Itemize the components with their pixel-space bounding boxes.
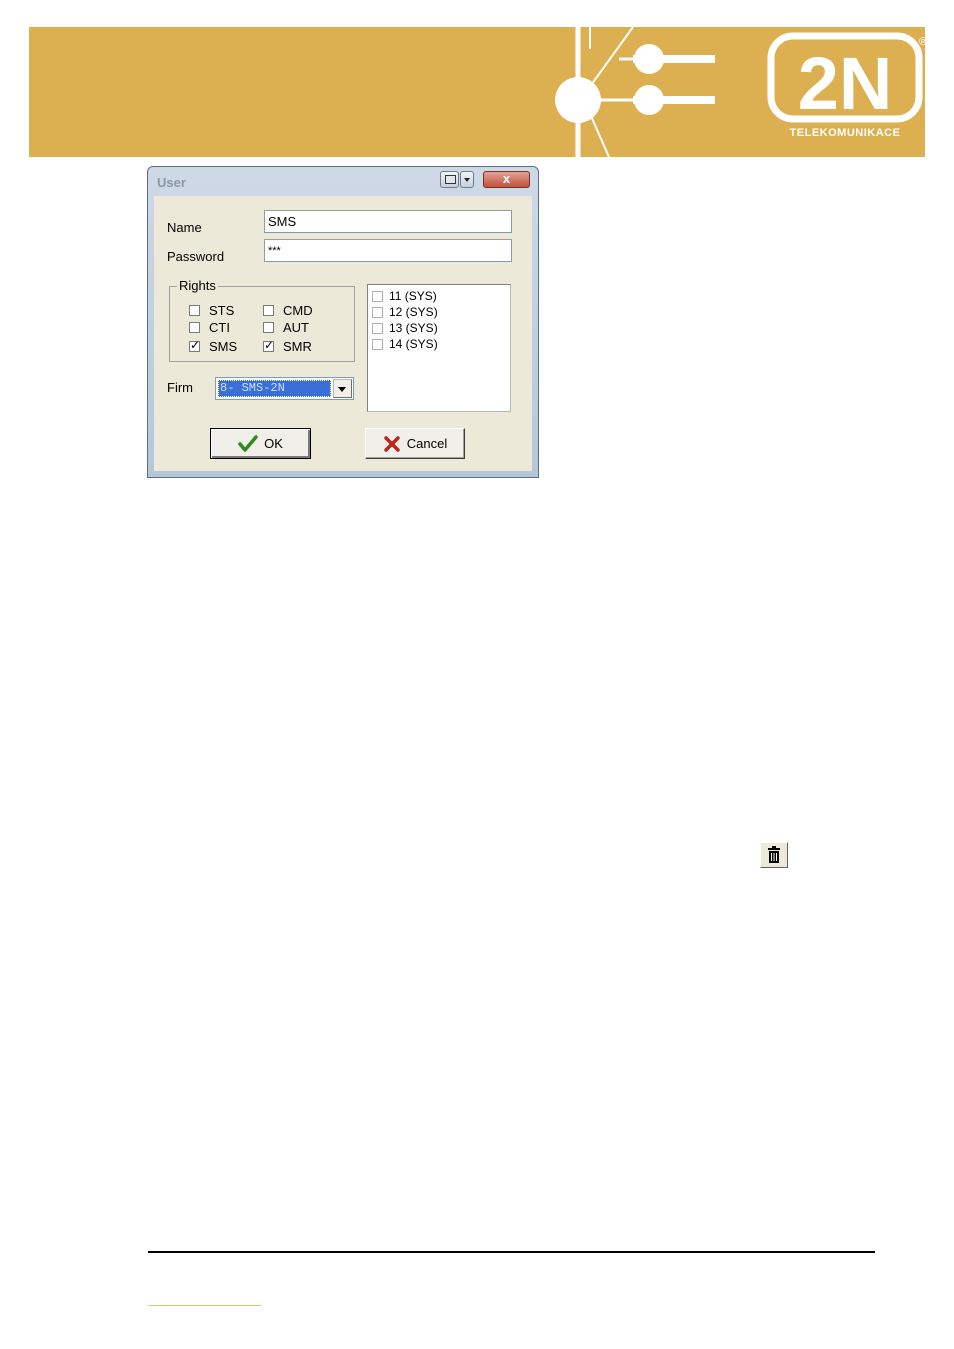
registered-mark: ® (919, 36, 925, 48)
title-bar: User (148, 167, 538, 195)
checkbox-box[interactable] (263, 338, 274, 352)
footer-divider (148, 1251, 875, 1253)
list-item[interactable]: 13 (SYS) (368, 320, 510, 336)
logo-subtitle: TELEKOMUNIKACE (789, 127, 901, 139)
checkbox-label: CMD (283, 303, 313, 318)
cancel-button[interactable]: Cancel (365, 428, 465, 459)
list-item[interactable]: 11 (SYS) (368, 288, 510, 304)
checkbox-box[interactable] (372, 306, 383, 318)
rights-checkbox-cti[interactable]: CTI (189, 320, 230, 335)
name-input[interactable] (264, 210, 512, 233)
checkbox-box[interactable] (263, 322, 274, 333)
checkbox-box[interactable] (189, 305, 200, 316)
delete-button[interactable] (760, 842, 788, 868)
checkbox-label: CTI (209, 320, 230, 335)
logo-text: 2N (798, 42, 893, 125)
checkbox-label: SMR (283, 339, 312, 354)
list-item-label: 14 (SYS) (389, 337, 438, 351)
window-dropdown-icon[interactable] (460, 171, 474, 188)
list-item-label: 11 (SYS) (389, 289, 437, 303)
group-listbox[interactable]: 11 (SYS) 12 (SYS) 13 (SYS) 14 (SYS) (367, 284, 511, 412)
rights-checkbox-aut[interactable]: AUT (263, 320, 309, 335)
ok-button[interactable]: OK (210, 428, 311, 459)
chevron-down-icon[interactable] (333, 379, 352, 398)
list-item[interactable]: 12 (SYS) (368, 304, 510, 320)
firm-selected-value: 8- SMS-2N (218, 380, 331, 397)
cancel-label: Cancel (406, 436, 448, 451)
rights-group-label: Rights (177, 278, 218, 293)
checkbox-box[interactable] (372, 290, 383, 302)
footer-accent-line (148, 1305, 261, 1306)
window-menu-icon[interactable] (440, 171, 459, 188)
check-icon (238, 434, 258, 452)
name-label: Name (167, 220, 202, 235)
password-input[interactable] (264, 239, 512, 262)
firm-label: Firm (167, 380, 193, 395)
user-dialog: User Name Password Rights STS CMD CTI (147, 166, 539, 478)
checkbox-label: STS (209, 303, 235, 318)
rights-checkbox-cmd[interactable]: CMD (263, 303, 313, 318)
list-item-label: 12 (SYS) (389, 305, 438, 319)
list-item[interactable]: 14 (SYS) (368, 336, 510, 352)
password-label: Password (167, 249, 225, 264)
checkbox-box[interactable] (372, 338, 383, 350)
ok-label: OK (264, 436, 283, 451)
dialog-body: Name Password Rights STS CMD CTI AUT (154, 196, 532, 471)
close-button[interactable] (483, 171, 530, 188)
rights-groupbox: Rights STS CMD CTI AUT SMS (169, 278, 355, 362)
header-banner: 2N ® TELEKOMUNIKACE (29, 27, 925, 157)
checkbox-box[interactable] (189, 322, 200, 333)
checkbox-label: AUT (283, 320, 309, 335)
checkbox-box[interactable] (263, 305, 274, 316)
rights-checkbox-smr[interactable]: SMR (263, 338, 312, 354)
rights-checkbox-sms[interactable]: SMS (189, 338, 238, 354)
checkbox-label: SMS (209, 339, 238, 354)
firm-select[interactable]: 8- SMS-2N (215, 377, 354, 400)
list-item-label: 13 (SYS) (389, 321, 438, 335)
trash-icon (768, 846, 780, 863)
dialog-title: User (157, 175, 186, 190)
checkbox-box[interactable] (372, 322, 383, 334)
rights-checkbox-sts[interactable]: STS (189, 303, 234, 318)
x-icon (384, 435, 400, 452)
checkbox-box[interactable] (189, 338, 200, 352)
